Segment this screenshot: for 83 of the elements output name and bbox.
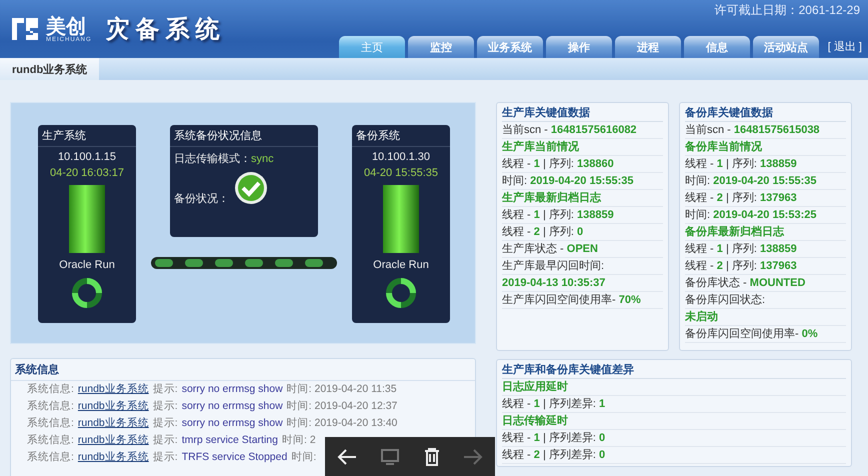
system-link[interactable]: rundb业务系统 — [78, 451, 149, 464]
ring-icon — [71, 277, 103, 309]
system-link[interactable]: rundb业务系统 — [78, 383, 149, 396]
data-line: 线程 - 2 | 序列: 137963 — [685, 258, 846, 275]
screen-icon[interactable] — [380, 448, 400, 466]
ring-icon — [385, 277, 417, 309]
hint-text: sorry no errmsg show — [182, 417, 283, 430]
data-line: 线程 - 2 | 序列: 0 — [502, 224, 663, 241]
status-text: Oracle Run — [373, 259, 429, 271]
license-date: 许可截止日期：2061-12-29 — [714, 2, 861, 19]
data-line: 时间: 2019-04-20 15:55:35 — [502, 173, 663, 190]
status-bar-drawing — [69, 185, 105, 253]
card-title: 生产库和备份库关键值差异 — [502, 362, 846, 379]
status-card-title: 系统备份状况信息 — [170, 125, 318, 147]
message-time: 时间: — [291, 451, 316, 464]
status-bar-drawing — [383, 185, 419, 253]
data-line: 生产库状态 - OPEN — [502, 241, 663, 258]
system-time: 04-20 15:55:35 — [364, 167, 438, 179]
system-link[interactable]: rundb业务系统 — [78, 400, 149, 413]
data-line: 生产库最早闪回时间: — [502, 258, 663, 275]
logo-text: 美创 — [46, 15, 86, 37]
data-line: 未启动 — [685, 309, 846, 326]
hint-label: 提示: — [152, 417, 178, 430]
hint-text: TRFS service Stopped — [182, 451, 288, 464]
data-line: 备份库状态 - MOUNTED — [685, 275, 846, 292]
forward-arrow-icon[interactable] — [463, 448, 484, 466]
hint-label: 提示: — [152, 451, 178, 464]
system-title: 生产系统 — [38, 125, 136, 147]
status-text: Oracle Run — [59, 259, 115, 271]
section-heading: 备份库最新归档日志 — [685, 224, 846, 241]
data-line: 线程 - 2 | 序列差异: 0 — [502, 447, 846, 464]
data-line: 线程 - 1 | 序列: 138859 — [685, 156, 846, 173]
hint-label: 提示: — [152, 400, 178, 413]
card-title: 生产库关键值数据 — [502, 105, 663, 122]
data-line: 时间: 2019-04-20 15:55:35 — [685, 173, 846, 190]
data-line: 备份库闪回状态: — [685, 292, 846, 309]
hint-text: sorry no errmsg show — [182, 383, 283, 396]
section-heading: 日志传输延时 — [502, 413, 846, 430]
message-label: 系统信息: — [27, 417, 74, 430]
transfer-mode: 日志传输模式：sync — [173, 152, 275, 166]
back-arrow-icon[interactable] — [336, 448, 357, 466]
backup-status-label: 备份状况： — [173, 192, 230, 206]
message-time: 时间: 2019-04-20 11:35 — [286, 383, 397, 396]
ip-address: 10.100.1.15 — [58, 151, 116, 163]
ip-address: 10.100.1.30 — [372, 151, 430, 163]
app-title: 灾备系统 — [106, 14, 226, 45]
breadcrumb-tab[interactable]: rundb业务系统 — [0, 58, 100, 80]
system-title: 备份系统 — [352, 125, 450, 147]
data-line: 线程 - 1 | 序列差异: 0 — [502, 430, 846, 447]
message-label: 系统信息: — [27, 383, 74, 396]
trash-icon[interactable] — [424, 448, 440, 466]
data-line: 线程 - 1 | 序列: 138860 — [502, 156, 663, 173]
message-label: 系统信息: — [27, 434, 74, 447]
card-title: 备份库关键值数据 — [685, 105, 846, 122]
system-link[interactable]: rundb业务系统 — [78, 417, 149, 430]
message-time: 时间: 2019-04-20 12:37 — [286, 400, 398, 413]
hint-label: 提示: — [152, 434, 178, 447]
data-line: 线程 - 1 | 序列差异: 1 — [502, 396, 846, 413]
section-heading: 备份库当前情况 — [685, 139, 846, 156]
data-line: 备份库闪回空间使用率- 0% — [685, 326, 846, 343]
message-time: 时间: 2019-04-20 13:40 — [286, 417, 398, 430]
data-line: 线程 - 1 | 序列: 138859 — [502, 207, 663, 224]
data-line: 当前scn - 16481575615038 — [685, 122, 846, 139]
logout-link[interactable]: [ 退出 ] — [822, 39, 868, 58]
section-heading: 生产库最新归档日志 — [502, 190, 663, 207]
section-heading: 生产库当前情况 — [502, 139, 663, 156]
hint-text: tmrp service Starting — [182, 434, 278, 447]
message-label: 系统信息: — [27, 400, 74, 413]
data-line: 当前scn - 16481575616082 — [502, 122, 663, 139]
section-heading: 日志应用延时 — [502, 379, 846, 396]
hint-label: 提示: — [152, 383, 178, 396]
message-label: 系统信息: — [27, 451, 74, 464]
data-line: 线程 - 2 | 序列: 137963 — [685, 190, 846, 207]
data-line: 2019-04-13 10:35:37 — [502, 275, 663, 292]
message-time: 时间: 2 — [282, 434, 316, 447]
hint-text: sorry no errmsg show — [182, 400, 283, 413]
data-line: 线程 - 1 | 序列: 138859 — [685, 241, 846, 258]
logo-icon — [10, 16, 40, 42]
system-time: 04-20 16:03:17 — [50, 167, 124, 179]
data-line: 时间: 2019-04-20 15:53:25 — [685, 207, 846, 224]
data-line: 生产库闪回空间使用率- 70% — [502, 292, 663, 309]
system-link[interactable]: rundb业务系统 — [78, 434, 149, 447]
panel-title: 系统信息 — [11, 359, 475, 381]
